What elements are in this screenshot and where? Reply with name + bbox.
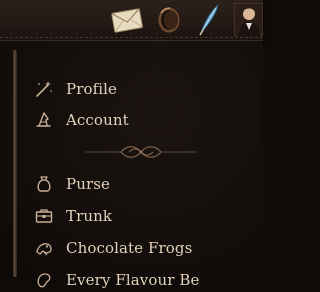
menu-item-trunk[interactable]: Trunk bbox=[34, 204, 112, 228]
ring-icon[interactable] bbox=[154, 4, 184, 36]
frog-icon bbox=[36, 243, 52, 256]
menu-item-account[interactable]: Account bbox=[34, 108, 129, 132]
bean-icon bbox=[37, 273, 51, 288]
menu-item-profile[interactable]: Profile bbox=[34, 77, 117, 101]
menu-item-every-flavour-beans[interactable]: Every Flavour Be bbox=[34, 268, 199, 292]
menu-label-every-flavour-beans: Every Flavour Be bbox=[66, 271, 200, 289]
stitch-border bbox=[0, 37, 263, 38]
menu-item-chocolate-frogs[interactable]: Chocolate Frogs bbox=[34, 236, 192, 260]
menu-label-account: Account bbox=[66, 111, 129, 129]
menu-label-trunk: Trunk bbox=[66, 207, 113, 225]
hat-icon bbox=[36, 112, 51, 127]
panel-rail bbox=[13, 50, 17, 277]
avatar[interactable] bbox=[234, 3, 263, 36]
trunk-icon bbox=[35, 209, 53, 223]
menu-item-purse[interactable]: Purse bbox=[34, 172, 110, 196]
envelope-icon[interactable] bbox=[110, 6, 144, 34]
pouch-icon bbox=[37, 176, 51, 192]
top-bar bbox=[0, 0, 263, 41]
menu-label-chocolate-frogs: Chocolate Frogs bbox=[66, 239, 193, 257]
menu-label-purse: Purse bbox=[66, 175, 110, 193]
quill-icon[interactable] bbox=[196, 2, 222, 36]
ornamental-divider bbox=[85, 146, 197, 158]
menu-label-profile: Profile bbox=[66, 80, 118, 98]
wand-icon bbox=[36, 81, 52, 97]
